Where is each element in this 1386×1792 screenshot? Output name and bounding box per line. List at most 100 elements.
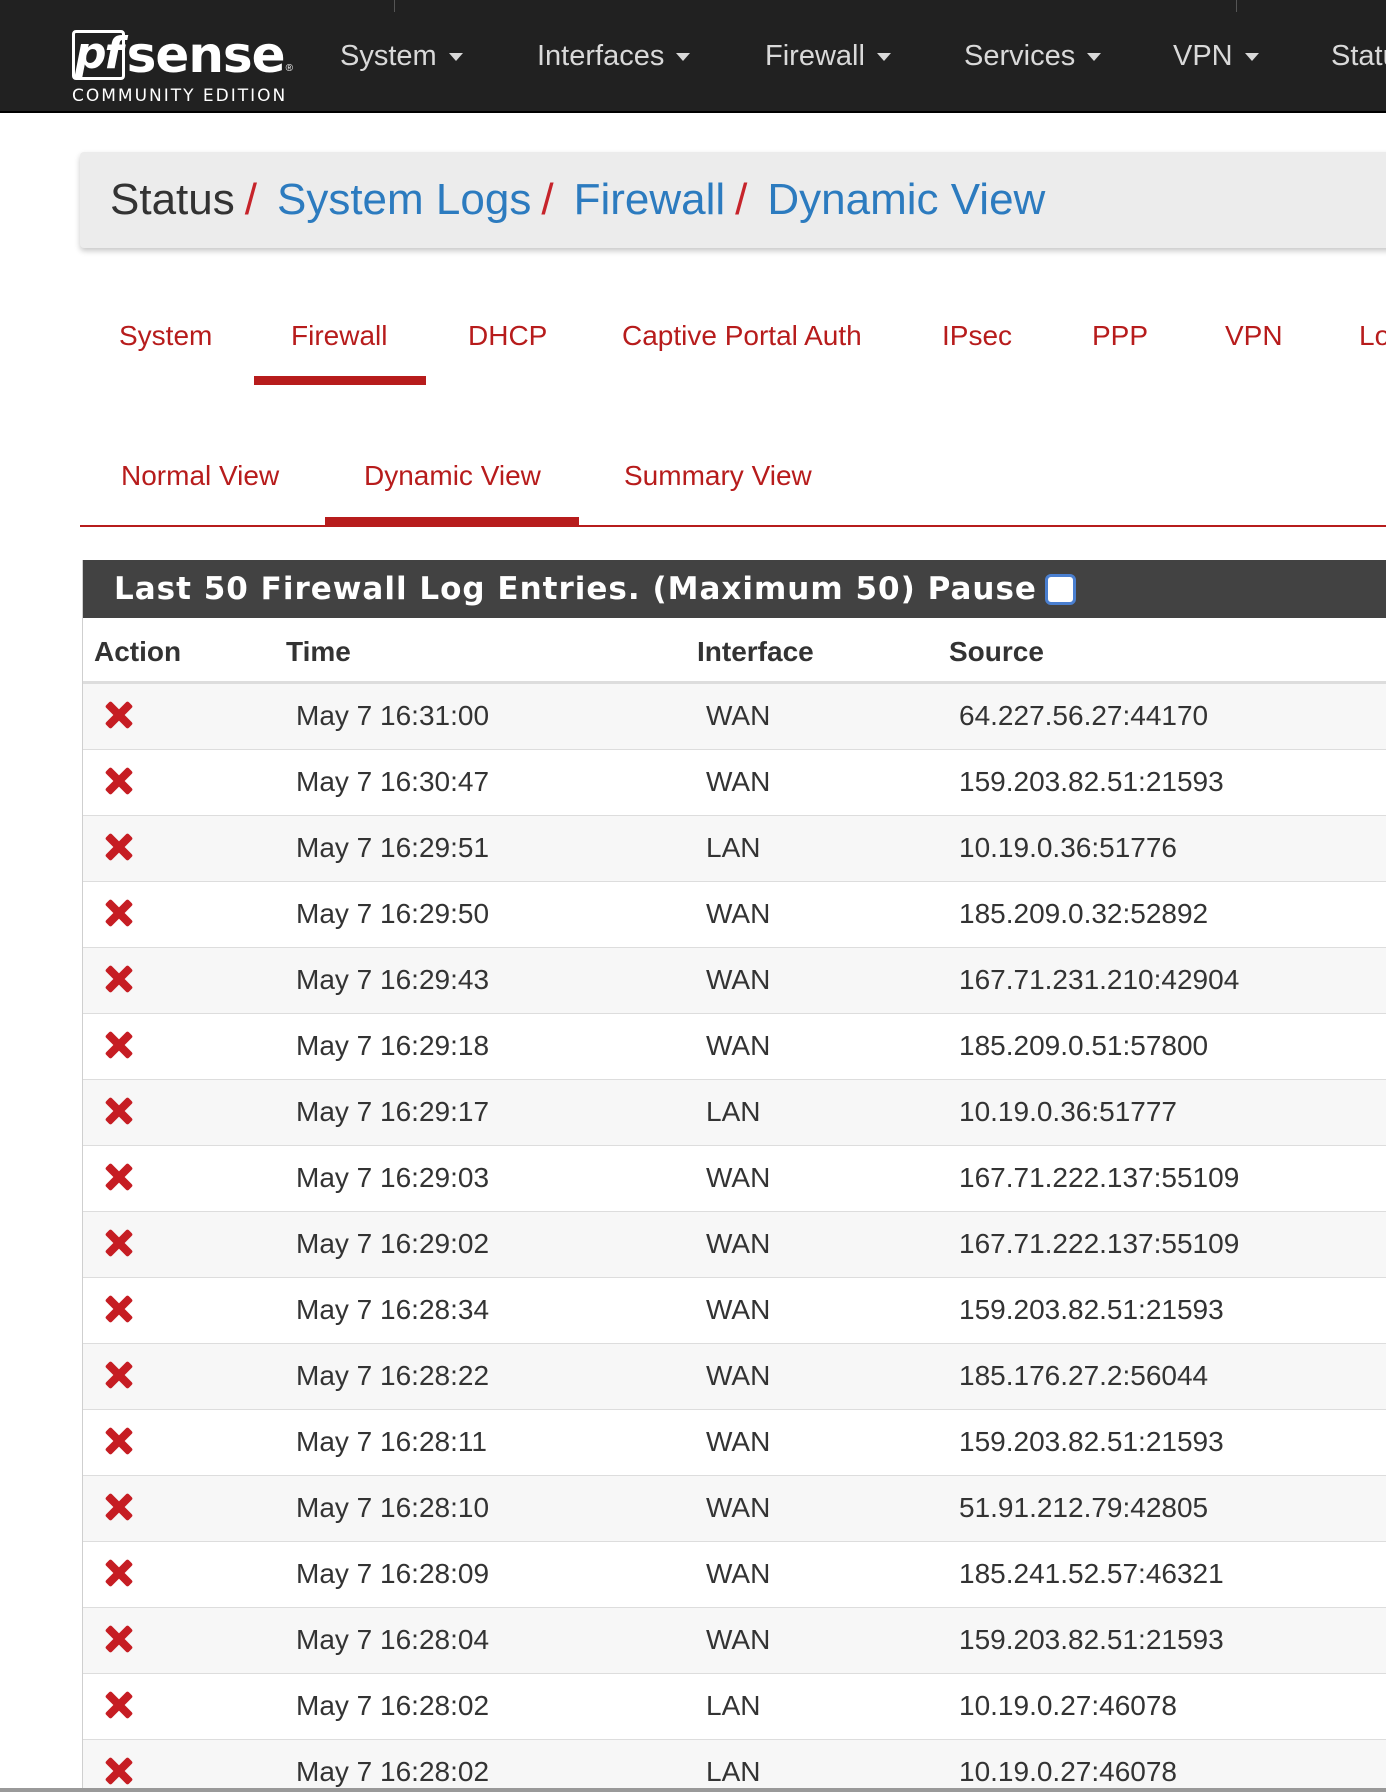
- cell-time: May 7 16:28:22: [296, 1360, 490, 1391]
- nav-menu-label: VPN: [1173, 40, 1233, 72]
- cell-interface: WAN: [706, 700, 771, 731]
- nav-menu-label: Statu: [1331, 40, 1386, 72]
- cell-interface: WAN: [706, 898, 771, 929]
- cell-interface: WAN: [706, 1294, 771, 1325]
- column-header-source[interactable]: Source: [949, 636, 1044, 668]
- tab-normal-view[interactable]: Normal View: [121, 460, 279, 492]
- navbar-divider: [394, 0, 395, 12]
- cell-time: May 7 16:29:50: [296, 898, 490, 929]
- close-x-icon[interactable]: [105, 1097, 133, 1125]
- cell-time: May 7 16:28:11: [296, 1426, 487, 1457]
- table-row: May 7 16:29:51 LAN 10.19.0.36:51776: [83, 816, 1386, 882]
- cell-time: May 7 16:28:02: [296, 1690, 490, 1721]
- table-row: May 7 16:30:47 WAN 159.203.82.51:21593: [83, 750, 1386, 816]
- pause-checkbox[interactable]: [1044, 573, 1076, 605]
- nav-menu-system[interactable]: System: [340, 40, 463, 73]
- tab-system[interactable]: System: [119, 320, 212, 352]
- close-x-icon[interactable]: [105, 899, 133, 927]
- tab-logs-truncated[interactable]: Lo: [1359, 320, 1386, 352]
- cell-source: 159.203.82.51:21593: [959, 1426, 1224, 1457]
- cell-interface: LAN: [706, 832, 761, 863]
- pfsense-logo[interactable]: pf sense ® COMMUNITY EDITION: [72, 22, 293, 106]
- close-x-icon[interactable]: [105, 701, 133, 729]
- tab-dynamic-view[interactable]: Dynamic View: [364, 460, 541, 492]
- cell-interface: WAN: [706, 1228, 771, 1259]
- cell-interface: WAN: [706, 1624, 771, 1655]
- nav-menu-services[interactable]: Services: [964, 40, 1102, 73]
- close-x-icon[interactable]: [105, 1757, 133, 1785]
- tab-summary-view[interactable]: Summary View: [624, 460, 812, 492]
- breadcrumb-separator: /: [244, 175, 257, 224]
- cell-interface: WAN: [706, 1492, 771, 1523]
- table-row: May 7 16:29:02 WAN 167.71.222.137:55109: [83, 1212, 1386, 1278]
- cell-source: 64.227.56.27:44170: [959, 700, 1209, 731]
- nav-menu-vpn[interactable]: VPN: [1173, 40, 1259, 73]
- tab-vpn[interactable]: VPN: [1225, 320, 1283, 352]
- close-x-icon[interactable]: [105, 1493, 133, 1521]
- logo-wordmark: pf sense ®: [72, 22, 293, 80]
- tab-firewall[interactable]: Firewall: [291, 320, 387, 352]
- caret-down-icon: [676, 52, 691, 61]
- cell-interface: WAN: [706, 766, 771, 797]
- table-row: May 7 16:31:00 WAN 64.227.56.27:44170: [83, 684, 1386, 750]
- nav-menu-status[interactable]: Statu: [1331, 40, 1386, 73]
- close-x-icon[interactable]: [105, 1031, 133, 1059]
- cell-source: 167.71.222.137:55109: [959, 1162, 1240, 1193]
- cell-interface: WAN: [706, 1162, 771, 1193]
- breadcrumb-link-dynamic-view[interactable]: Dynamic View: [767, 175, 1045, 225]
- logo-pf-box: pf: [72, 30, 125, 80]
- cell-source: 167.71.222.137:55109: [959, 1228, 1240, 1259]
- table-row: May 7 16:29:50 WAN 185.209.0.32:52892: [83, 882, 1386, 948]
- tab-ppp[interactable]: PPP: [1092, 320, 1148, 352]
- close-x-icon[interactable]: [105, 1559, 133, 1587]
- cell-time: May 7 16:28:09: [296, 1558, 490, 1589]
- close-x-icon[interactable]: [105, 1229, 133, 1257]
- table-row: May 7 16:29:43 WAN 167.71.231.210:42904: [83, 948, 1386, 1014]
- nav-menu-label: System: [340, 40, 437, 72]
- table-row: May 7 16:29:17 LAN 10.19.0.36:51777: [83, 1080, 1386, 1146]
- column-header-action[interactable]: Action: [94, 636, 181, 668]
- close-x-icon[interactable]: [105, 1625, 133, 1653]
- cell-interface: WAN: [706, 1558, 771, 1589]
- close-x-icon[interactable]: [105, 833, 133, 861]
- breadcrumb-status: Status: [110, 175, 235, 224]
- breadcrumb-link-system-logs[interactable]: System Logs: [277, 175, 531, 225]
- tab-dhcp[interactable]: DHCP: [468, 320, 547, 352]
- cell-time: May 7 16:28:02: [296, 1756, 490, 1787]
- table-row: May 7 16:28:09 WAN 185.241.52.57:46321: [83, 1542, 1386, 1608]
- cell-time: May 7 16:29:02: [296, 1228, 490, 1259]
- cell-time: May 7 16:29:18: [296, 1030, 490, 1061]
- cell-source: 185.209.0.51:57800: [959, 1030, 1209, 1061]
- column-header-interface[interactable]: Interface: [697, 636, 814, 668]
- table-row: May 7 16:28:34 WAN 159.203.82.51:21593: [83, 1278, 1386, 1344]
- tab-ipsec[interactable]: IPsec: [942, 320, 1012, 352]
- nav-menu-firewall[interactable]: Firewall: [765, 40, 891, 73]
- cell-time: May 7 16:29:03: [296, 1162, 490, 1193]
- breadcrumb-separator: /: [541, 175, 554, 224]
- panel-heading: Last 50 Firewall Log Entries. (Maximum 5…: [83, 560, 1386, 618]
- cell-time: May 7 16:31:00: [296, 700, 490, 731]
- nav-menu-label: Services: [964, 40, 1076, 72]
- close-x-icon[interactable]: [105, 1361, 133, 1389]
- close-x-icon[interactable]: [105, 1691, 133, 1719]
- nav-menu-interfaces[interactable]: Interfaces: [537, 40, 691, 73]
- cell-time: May 7 16:29:51: [296, 832, 490, 863]
- view-tabs-baseline: [80, 525, 1386, 527]
- cell-interface: WAN: [706, 1426, 771, 1457]
- column-header-time[interactable]: Time: [286, 636, 351, 668]
- cell-time: May 7 16:28:34: [296, 1294, 490, 1325]
- close-x-icon[interactable]: [105, 965, 133, 993]
- close-x-icon[interactable]: [105, 767, 133, 795]
- close-x-icon[interactable]: [105, 1295, 133, 1323]
- caret-down-icon: [1244, 52, 1259, 61]
- firewall-log-panel: Last 50 Firewall Log Entries. (Maximum 5…: [82, 560, 1386, 1792]
- table-row: May 7 16:29:18 WAN 185.209.0.51:57800: [83, 1014, 1386, 1080]
- caret-down-icon: [448, 52, 463, 61]
- close-x-icon[interactable]: [105, 1427, 133, 1455]
- tab-captive-portal-auth[interactable]: Captive Portal Auth: [622, 320, 862, 352]
- close-x-icon[interactable]: [105, 1163, 133, 1191]
- breadcrumb-link-firewall[interactable]: Firewall: [574, 175, 726, 225]
- table-row: May 7 16:28:02 LAN 10.19.0.27:46078: [83, 1740, 1386, 1792]
- cell-source: 159.203.82.51:21593: [959, 766, 1224, 797]
- table-row: May 7 16:28:10 WAN 51.91.212.79:42805: [83, 1476, 1386, 1542]
